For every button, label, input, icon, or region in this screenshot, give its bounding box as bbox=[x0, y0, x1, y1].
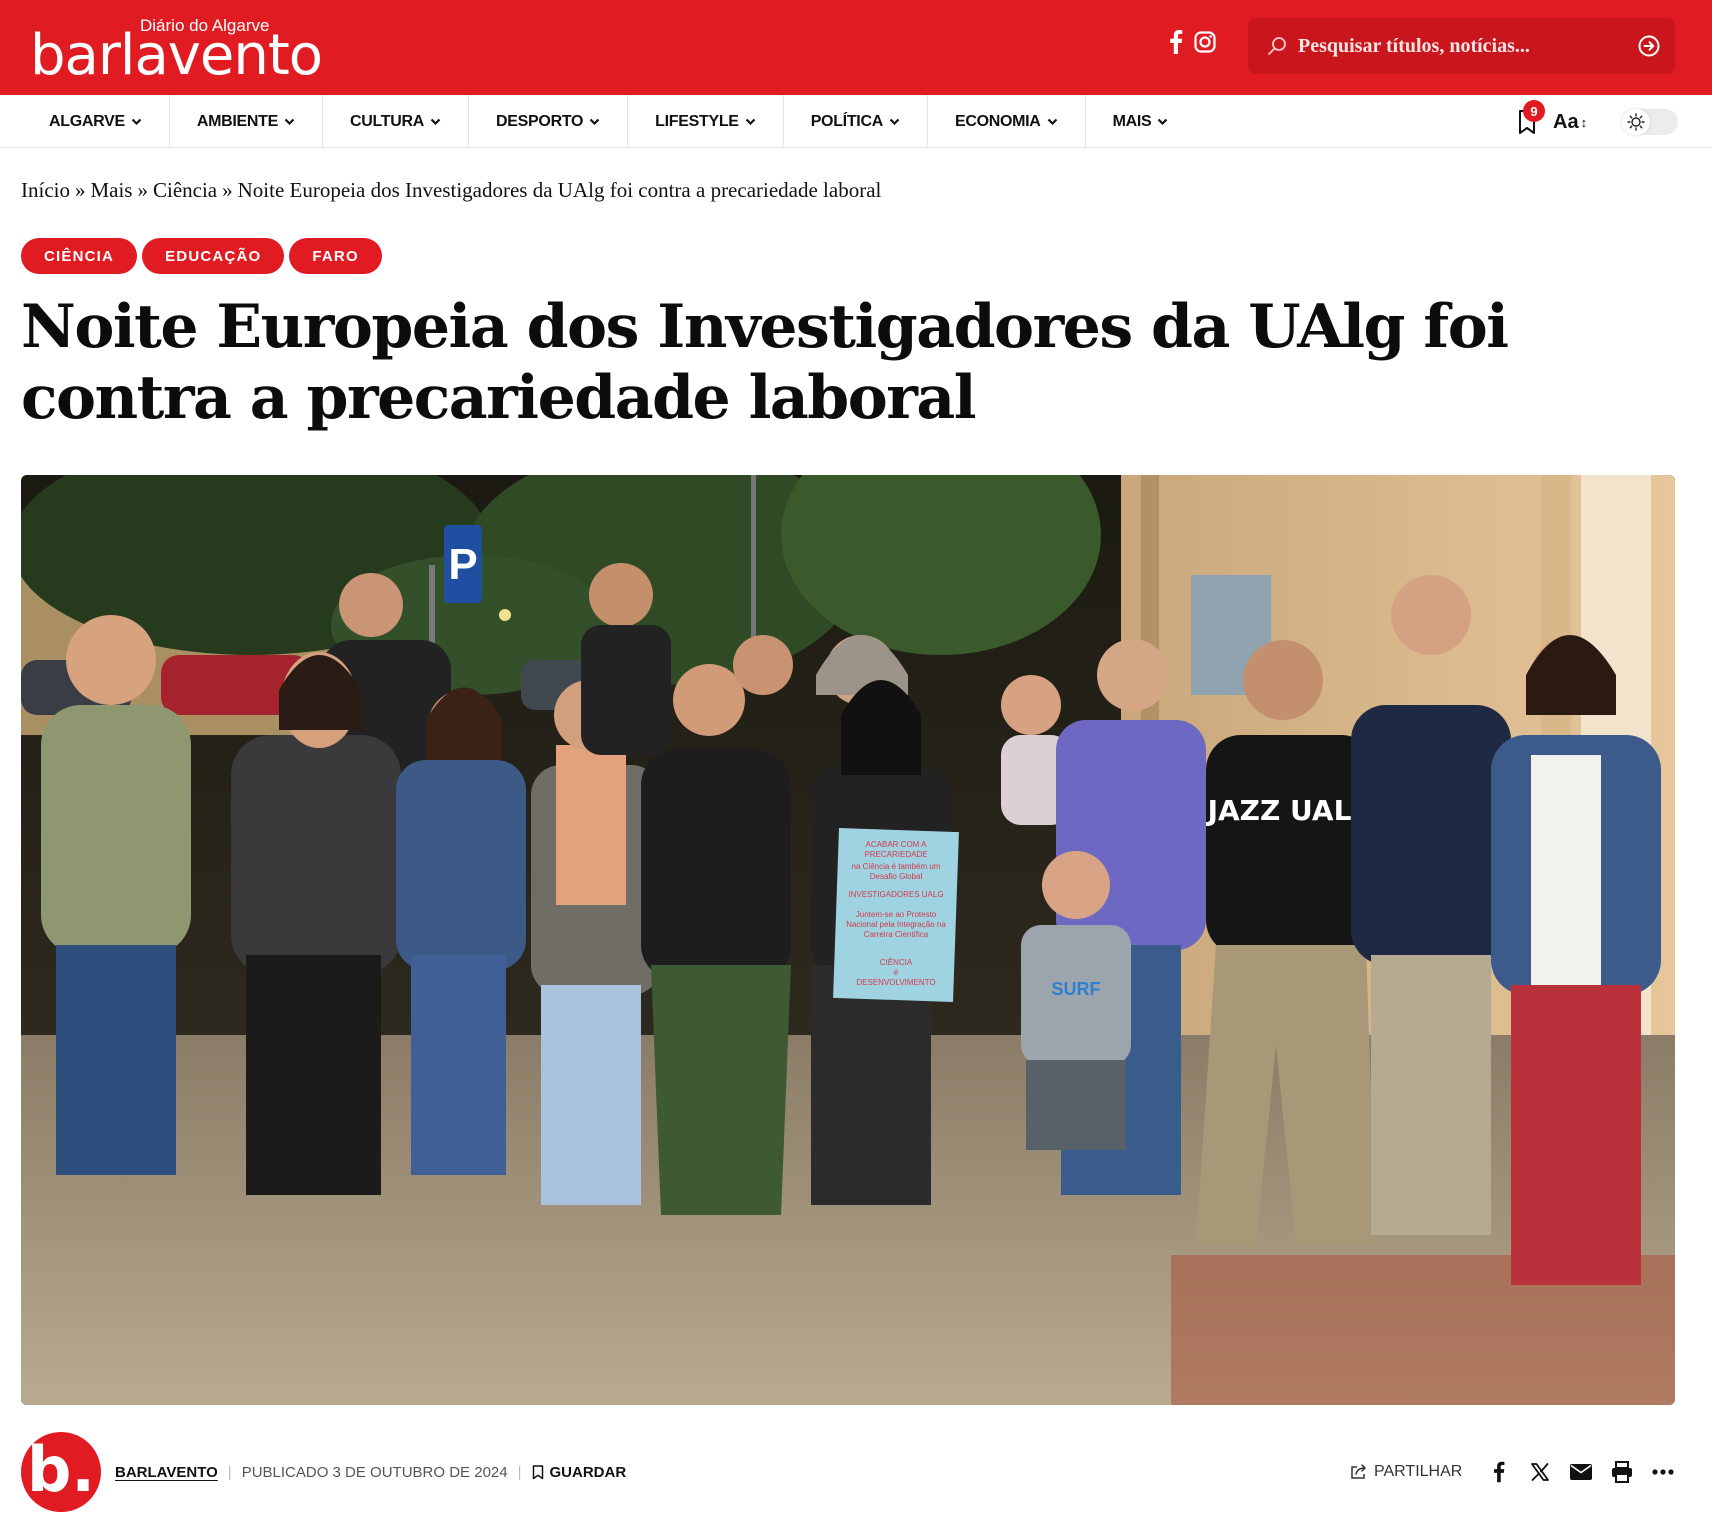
font-size-label: Aa bbox=[1553, 110, 1579, 133]
sign-line: PRECARIEDADE bbox=[864, 850, 927, 859]
nav-item-cultura[interactable]: CULTURA bbox=[323, 95, 470, 148]
sign-line: é bbox=[894, 968, 899, 977]
logo-wordmark: barlavento bbox=[30, 23, 323, 88]
nav-item-ambiente[interactable]: AMBIENTE bbox=[170, 95, 323, 148]
breadcrumb-ciencia[interactable]: Ciência bbox=[153, 178, 217, 202]
save-button[interactable]: GUARDAR bbox=[532, 1463, 627, 1481]
meta-divider: | bbox=[227, 1463, 232, 1481]
save-label: GUARDAR bbox=[549, 1463, 627, 1481]
dark-mode-toggle[interactable] bbox=[1622, 109, 1678, 135]
instagram-icon[interactable] bbox=[1191, 28, 1219, 56]
share-icon bbox=[1351, 1464, 1366, 1479]
sign-line: Desafio Global bbox=[870, 872, 923, 881]
chevron-down-icon bbox=[1047, 118, 1057, 125]
parking-sign-text: P bbox=[448, 540, 477, 589]
share-button[interactable]: PARTILHAR bbox=[1350, 1463, 1462, 1481]
chevron-down-icon bbox=[589, 118, 600, 125]
print-icon[interactable] bbox=[1608, 1458, 1636, 1486]
tag-ciencia[interactable]: CIÊNCIA bbox=[21, 238, 138, 274]
nav-item-politica[interactable]: POLÍTICA bbox=[784, 95, 928, 148]
category-tags: CIÊNCIA EDUCAÇÃO FARO bbox=[21, 238, 382, 274]
breadcrumb-home[interactable]: Início bbox=[21, 178, 70, 202]
author-avatar[interactable]: b. bbox=[21, 1432, 101, 1512]
chevron-down-icon bbox=[284, 118, 295, 125]
nav-menu: ALGARVE AMBIENTE CULTURA DESPORTO LIFEST… bbox=[22, 95, 1195, 148]
chevron-down-icon bbox=[1158, 118, 1168, 125]
breadcrumb-mais[interactable]: Mais bbox=[90, 178, 132, 202]
email-icon[interactable] bbox=[1567, 1458, 1595, 1486]
author-link[interactable]: BARLAVENTO bbox=[115, 1464, 218, 1481]
sign-line: CIÊNCIA bbox=[880, 958, 913, 967]
tag-faro[interactable]: FARO bbox=[289, 238, 382, 274]
nav-item-algarve[interactable]: ALGARVE bbox=[22, 95, 170, 148]
meta-divider: | bbox=[517, 1463, 522, 1481]
bookmark-count-badge: 9 bbox=[1523, 100, 1545, 122]
top-header: Diário do Algarve barlavento bbox=[0, 0, 1712, 95]
search-submit-icon[interactable] bbox=[1637, 34, 1661, 58]
share-bar: PARTILHAR bbox=[1350, 1458, 1677, 1486]
nav-item-mais[interactable]: MAIS bbox=[1086, 95, 1196, 148]
bookmark-icon bbox=[532, 1464, 543, 1479]
font-size-arrow-icon: ↕ bbox=[1580, 114, 1588, 130]
sign-line: Juntem-se ao Protesto bbox=[856, 910, 937, 919]
breadcrumb-current: Noite Europeia dos Investigadores da UAl… bbox=[237, 178, 882, 202]
sign-line: na Ciência é também um bbox=[852, 862, 941, 871]
publish-date: PUBLICADO 3 DE OUTUBRO DE 2024 bbox=[241, 1463, 508, 1481]
breadcrumb-separator: » bbox=[74, 178, 86, 202]
sun-icon bbox=[1622, 109, 1650, 135]
avatar-letter: b. bbox=[27, 1432, 95, 1506]
facebook-icon[interactable] bbox=[1485, 1458, 1513, 1486]
search-icon bbox=[1268, 37, 1286, 55]
tag-educacao[interactable]: EDUCAÇÃO bbox=[142, 238, 285, 274]
search-bar bbox=[1248, 18, 1675, 74]
sign-line: Nacional pela Integração na bbox=[846, 920, 946, 929]
sign-line: Carreira Científica bbox=[864, 930, 929, 939]
breadcrumb: Início» Mais» Ciência» Noite Europeia dos I… bbox=[21, 178, 886, 203]
chevron-down-icon bbox=[889, 118, 900, 125]
main-nav: ALGARVE AMBIENTE CULTURA DESPORTO LIFEST… bbox=[0, 95, 1712, 148]
nav-item-economia[interactable]: ECONOMIA bbox=[928, 95, 1086, 148]
nav-item-desporto[interactable]: DESPORTO bbox=[469, 95, 629, 148]
nav-item-lifestyle[interactable]: LIFESTYLE bbox=[628, 95, 784, 148]
x-icon[interactable] bbox=[1526, 1458, 1554, 1486]
sign-line: INVESTIGADORES UALG bbox=[848, 890, 943, 899]
chevron-down-icon bbox=[430, 118, 441, 125]
sign-line: ACABAR COM A bbox=[866, 840, 928, 849]
featured-image: P ACABAR COM A PRECARIEDADE na Ciência é… bbox=[21, 475, 1675, 1405]
share-label: PARTILHAR bbox=[1374, 1463, 1463, 1480]
more-icon[interactable] bbox=[1649, 1458, 1677, 1486]
facebook-icon[interactable] bbox=[1162, 28, 1190, 56]
font-size-toggle[interactable]: Aa ↕ bbox=[1553, 109, 1587, 135]
chevron-down-icon bbox=[745, 118, 755, 125]
search-input[interactable] bbox=[1292, 26, 1632, 66]
group-photo: P ACABAR COM A PRECARIEDADE na Ciência é… bbox=[21, 475, 1675, 1405]
chevron-down-icon bbox=[131, 118, 142, 125]
sign-line: DESENVOLVIMENTO bbox=[856, 978, 935, 987]
breadcrumb-separator: » bbox=[222, 178, 233, 202]
article-title: Noite Europeia dos Investigadores da UAl… bbox=[21, 292, 1509, 433]
jazz-shirt-text: JAZZ UALG bbox=[1206, 794, 1375, 827]
site-logo[interactable]: Diário do Algarve barlavento bbox=[30, 14, 330, 88]
breadcrumb-separator: » bbox=[137, 178, 148, 202]
kid-shirt-text: SURF bbox=[1052, 979, 1101, 999]
article-meta: BARLAVENTO | PUBLICADO 3 DE OUTUBRO DE 2… bbox=[115, 1462, 626, 1482]
